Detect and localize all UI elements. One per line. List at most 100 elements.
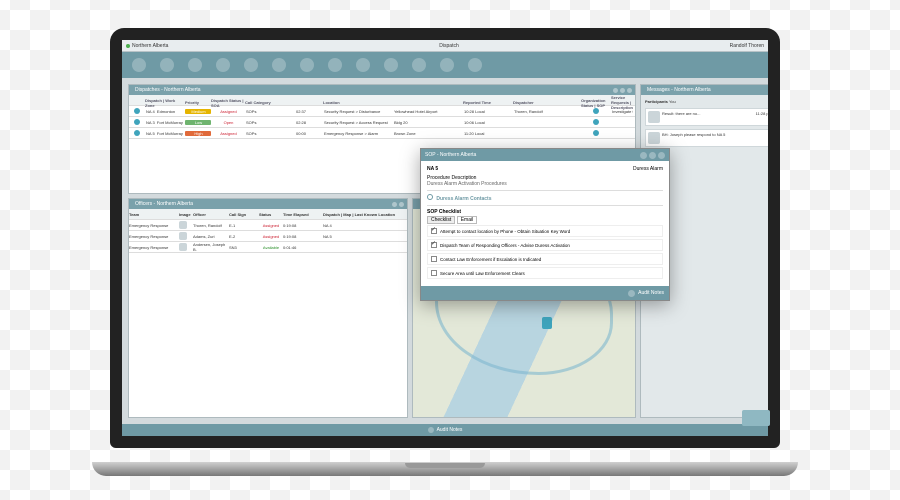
message-item[interactable]: Result: there are no...11:28 pm	[645, 108, 768, 126]
modal-type: Duress Alarm	[633, 166, 663, 172]
checklist-item[interactable]: Attempt to contact location by Phone - O…	[427, 225, 663, 237]
col-header[interactable]: Location	[323, 100, 393, 105]
col-header[interactable]: Dispatch | Work Zone	[145, 98, 185, 108]
officer-row[interactable]: Emergency Response Adams, Zuri E-2 Assig…	[129, 231, 407, 242]
col-header[interactable]: Priority	[185, 100, 211, 105]
people-icon[interactable]	[328, 58, 342, 72]
code-cell: 00:00	[295, 131, 323, 136]
modal-id: NA 5	[427, 166, 438, 172]
team-cell: Emergency Response	[129, 234, 179, 239]
send-button[interactable]	[742, 410, 768, 426]
laptop-base	[92, 462, 798, 476]
checklist-item[interactable]: Contact Law Enforcement if Escalation is…	[427, 253, 663, 265]
time-cell: 0:19:08	[283, 223, 323, 228]
participants-label: Participants	[645, 99, 668, 104]
col-header[interactable]: Call Category	[245, 100, 295, 105]
status-cell: Assigned	[211, 131, 245, 136]
loc-cell: Yellowhead Hotel Airport	[393, 109, 463, 114]
modal-action-icon[interactable]	[649, 152, 656, 159]
avatar	[648, 111, 660, 123]
close-icon[interactable]	[658, 152, 665, 159]
officer-row[interactable]: Emergency Response Thoren, Randolf E-1 A…	[129, 220, 407, 231]
sop-icon[interactable]	[593, 119, 599, 125]
checkbox[interactable]	[431, 242, 437, 248]
officers-table-header: TeamImageOfficerCall SignStatusTime Elap…	[129, 209, 407, 220]
list-icon[interactable]	[272, 58, 286, 72]
checkbox[interactable]	[431, 270, 437, 276]
group-icon[interactable]	[384, 58, 398, 72]
time-cell: 11:20 Local	[463, 131, 513, 136]
checklist-item[interactable]: Dispatch Team of Responding Officers - A…	[427, 239, 663, 251]
col-header[interactable]: Dispatcher	[513, 100, 581, 105]
contacts-section[interactable]: Duress Alarm Contacts	[427, 194, 663, 202]
col-header[interactable]: Dispatch | Map | Last Known Location	[323, 212, 407, 217]
dispatch-row[interactable]: NA 3 Fort McMurray Low Open SOPs 02:28 S…	[129, 117, 635, 128]
block-icon[interactable]	[216, 58, 230, 72]
panel-action-icon[interactable]	[620, 88, 625, 93]
dispatch-row[interactable]: NA 5 Fort McMurray High Assigned SOPs 00…	[129, 128, 635, 139]
dispatch-row[interactable]: NA 4 Edmonton Medium Assigned SOPs 02:37…	[129, 106, 635, 117]
modal-action-icon[interactable]	[640, 152, 647, 159]
message-list: Result: there are no...11:28 pm BH: Josep…	[645, 108, 768, 147]
dispatches-title: Dispatches - Northern Alberta	[132, 87, 611, 93]
panel-action-icon[interactable]	[399, 202, 404, 207]
status-cell: Open	[211, 120, 245, 125]
tab-email[interactable]: Email	[457, 216, 478, 224]
chat-icon[interactable]	[132, 58, 146, 72]
col-header[interactable]: Dispatch Status | SOA	[211, 98, 245, 108]
col-header[interactable]: Time Elapsed	[283, 212, 323, 217]
loc-cell: Bldg 20	[393, 120, 463, 125]
sign-cell: E-1	[229, 223, 259, 228]
message-text: Result: there are no...	[662, 111, 754, 123]
status-cell: Assigned	[259, 234, 283, 239]
checkbox[interactable]	[431, 256, 437, 262]
modal-tabs: Checklist Email	[427, 217, 663, 223]
officers-title: Officers - Northern Alberta	[132, 201, 390, 207]
pin-icon[interactable]	[440, 58, 454, 72]
checklist-item[interactable]: Secure Area until Law Enforcement Clears	[427, 267, 663, 279]
cat-cell: SOPs	[245, 109, 295, 114]
col-header[interactable]: Team	[129, 212, 179, 217]
disp-cell: NA 5	[323, 234, 407, 239]
panel-action-icon[interactable]	[627, 88, 632, 93]
panel-action-icon[interactable]	[613, 88, 618, 93]
modal-title: SOP - Northern Alberta	[425, 152, 476, 158]
gear-icon[interactable]	[468, 58, 482, 72]
col-header[interactable]: Officer	[193, 212, 229, 217]
route-icon[interactable]	[412, 58, 426, 72]
cell-id: NA 4 Edmonton	[145, 109, 185, 114]
checklist-label: SOP Checklist	[427, 209, 461, 215]
footer-icon[interactable]	[628, 290, 635, 297]
panel-action-icon[interactable]	[392, 202, 397, 207]
desc-cell: Security Request > Disturbance	[323, 109, 393, 114]
footer-icon[interactable]	[428, 427, 434, 433]
sign-cell: SN3	[229, 245, 259, 250]
footer-label: Audit Notes	[437, 427, 463, 433]
tab-checklist[interactable]: Checklist	[427, 216, 455, 224]
cat-cell: SOPs	[245, 120, 295, 125]
contact-icon[interactable]	[356, 58, 370, 72]
checkbox[interactable]	[431, 228, 437, 234]
participants-value: You	[669, 99, 676, 104]
name-cell: Andersen, Joseph B.	[193, 242, 229, 252]
modal-header[interactable]: SOP - Northern Alberta	[421, 149, 669, 161]
sop-icon[interactable]	[593, 108, 599, 114]
headset-icon[interactable]	[160, 58, 174, 72]
sop-icon[interactable]	[593, 130, 599, 136]
col-header[interactable]: Reported Time	[463, 100, 513, 105]
officer-row[interactable]: Emergency Response Andersen, Joseph B. S…	[129, 242, 407, 253]
col-header[interactable]: Status	[259, 212, 283, 217]
map-marker-icon[interactable]	[542, 317, 552, 329]
title-center: Dispatch	[168, 43, 729, 49]
calendar-icon[interactable]	[244, 58, 258, 72]
priority-badge: High	[185, 131, 211, 136]
col-header[interactable]: Organization Status | SOP	[581, 98, 611, 108]
code-cell: 02:28	[295, 120, 323, 125]
clipboard-icon[interactable]	[300, 58, 314, 72]
arrow-icon[interactable]	[188, 58, 202, 72]
sop-modal: SOP - Northern Alberta NA 5 Duress Alarm…	[420, 148, 670, 301]
message-item[interactable]: BH: Joseph please respond to NA 5	[645, 129, 768, 147]
sign-cell: E-2	[229, 234, 259, 239]
col-header[interactable]: Call Sign	[229, 212, 259, 217]
col-header[interactable]: Image	[179, 212, 193, 217]
